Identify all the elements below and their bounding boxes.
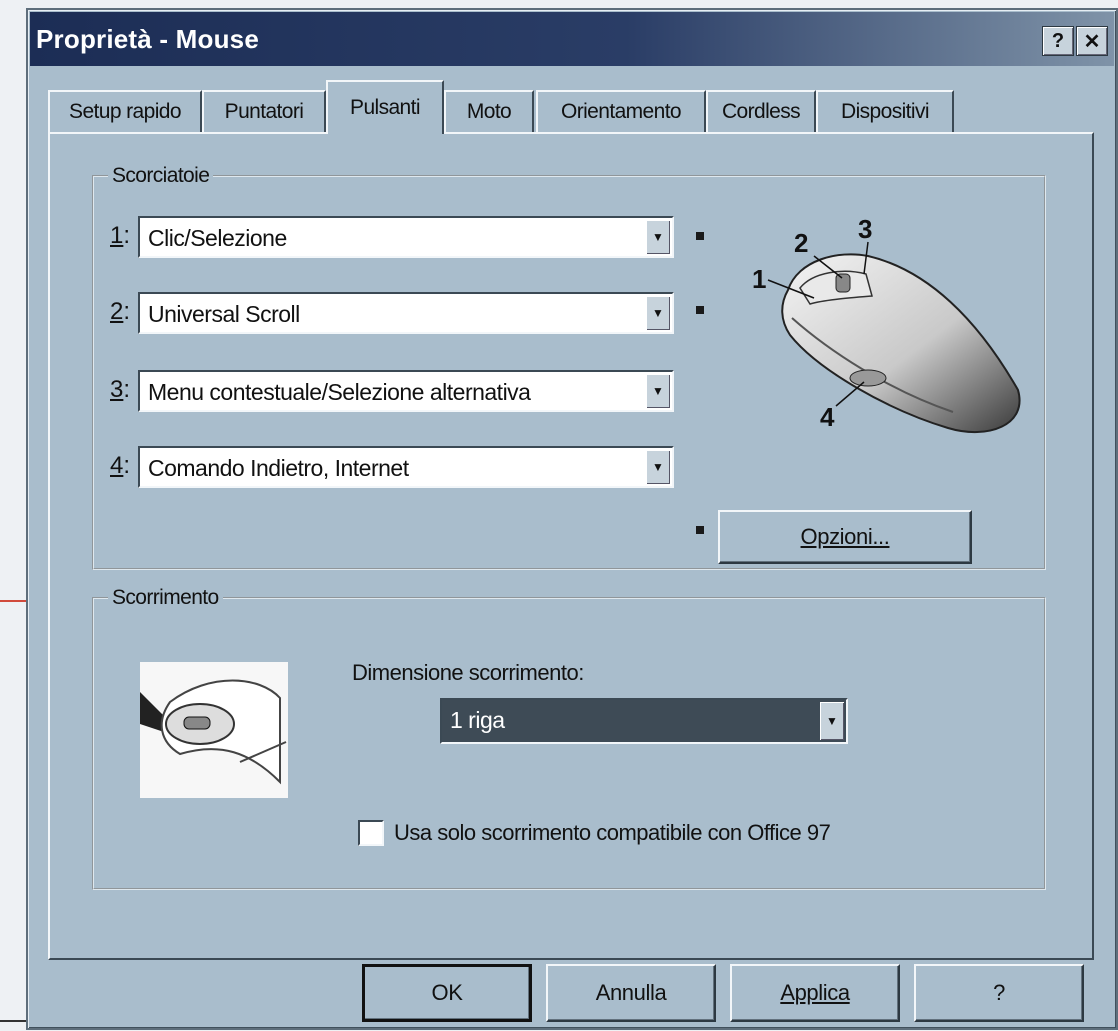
chevron-down-icon[interactable]: ▼ bbox=[820, 702, 844, 740]
button-3-label: 3: bbox=[110, 376, 131, 403]
mouse-buttons-illustration: 2 3 1 4 bbox=[752, 214, 1021, 433]
button-1-action-value: Clic/Selezione bbox=[148, 225, 287, 251]
chevron-down-icon[interactable]: ▼ bbox=[646, 296, 670, 330]
tab-setup-rapido[interactable]: Setup rapido bbox=[48, 90, 202, 132]
mouse-label-2: 2 bbox=[794, 228, 808, 258]
cancel-button[interactable]: Annulla bbox=[546, 964, 716, 1022]
ok-button[interactable]: OK bbox=[362, 964, 532, 1022]
bullet-icon bbox=[696, 232, 704, 240]
tab-orientamento[interactable]: Orientamento bbox=[536, 90, 706, 132]
scroll-size-label: Dimensione scorrimento: bbox=[352, 660, 584, 685]
button-4-label: 4: bbox=[110, 452, 131, 479]
button-3-action-value: Menu contestuale/Selezione alternativa bbox=[148, 379, 531, 405]
office97-checkbox-label[interactable]: Usa solo scorrimento compatibile con Off… bbox=[394, 820, 831, 846]
scroll-size-select[interactable]: 1 riga ▼ bbox=[440, 698, 848, 744]
button-1-action-select[interactable]: Clic/Selezione ▼ bbox=[138, 216, 674, 258]
chevron-down-icon[interactable]: ▼ bbox=[646, 374, 670, 408]
button-3-action-select[interactable]: Menu contestuale/Selezione alternativa ▼ bbox=[138, 370, 674, 412]
button-2-action-value: Universal Scroll bbox=[148, 301, 300, 327]
mouse-label-1: 1 bbox=[752, 264, 766, 294]
scroll-size-value: 1 riga bbox=[450, 707, 505, 733]
scrolling-legend: Scorrimento bbox=[112, 586, 219, 609]
tab-panel-pulsanti: Scorciatoie 1: Clic/Selezione ▼ 2: Unive… bbox=[48, 132, 1094, 960]
options-button[interactable]: Opzioni... bbox=[718, 510, 972, 564]
scroll-wheel-illustration bbox=[140, 662, 288, 798]
page-edge-mark-bottom bbox=[0, 1020, 26, 1022]
title-help-button[interactable]: ? bbox=[1042, 26, 1074, 56]
chevron-down-icon[interactable]: ▼ bbox=[646, 450, 670, 484]
button-4-action-value: Comando Indietro, Internet bbox=[148, 455, 409, 481]
button-2-action-select[interactable]: Universal Scroll ▼ bbox=[138, 292, 674, 334]
button-1-label: 1: bbox=[110, 222, 131, 249]
button-4-action-select[interactable]: Comando Indietro, Internet ▼ bbox=[138, 446, 674, 488]
apply-button[interactable]: Applica bbox=[730, 964, 900, 1022]
help-button[interactable]: ? bbox=[914, 964, 1084, 1022]
tab-cordless[interactable]: Cordless bbox=[706, 90, 816, 132]
mouse-label-4: 4 bbox=[820, 402, 835, 432]
button-2-label: 2: bbox=[110, 298, 131, 325]
tab-pulsanti[interactable]: Pulsanti bbox=[326, 80, 444, 134]
page-edge-mark bbox=[0, 600, 26, 602]
mouse-properties-dialog: Proprietà - Mouse ? ✕ Setup rapido Punta… bbox=[26, 8, 1118, 1030]
shortcuts-legend: Scorciatoie bbox=[112, 164, 210, 187]
window-title: Proprietà - Mouse bbox=[36, 24, 259, 54]
chevron-down-icon[interactable]: ▼ bbox=[646, 220, 670, 254]
office97-checkbox[interactable] bbox=[358, 820, 384, 846]
bullet-icon bbox=[696, 306, 704, 314]
title-bar[interactable]: Proprietà - Mouse ? ✕ bbox=[30, 12, 1114, 66]
tab-dispositivi[interactable]: Dispositivi bbox=[816, 90, 954, 132]
tab-moto[interactable]: Moto bbox=[444, 90, 534, 132]
title-close-button[interactable]: ✕ bbox=[1076, 26, 1108, 56]
tab-puntatori[interactable]: Puntatori bbox=[202, 90, 326, 132]
bullet-icon bbox=[696, 526, 704, 534]
mouse-label-3: 3 bbox=[858, 214, 872, 244]
